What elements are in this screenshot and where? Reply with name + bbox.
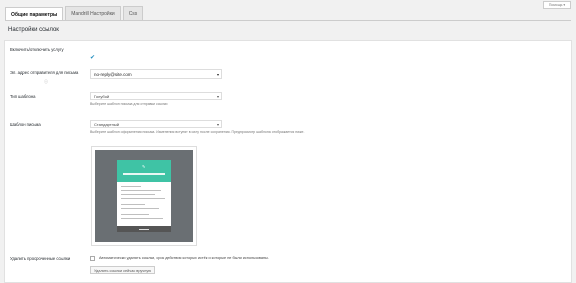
chevron-down-icon: ▾	[216, 72, 219, 77]
preview-email-card: ✎	[117, 160, 171, 232]
chevron-down-icon: ▾	[216, 122, 219, 127]
template-type-value: Голубой	[94, 94, 110, 99]
preview-line	[121, 218, 163, 219]
tab-general[interactable]: Общие параметры	[5, 7, 64, 21]
tabs-divider	[5, 20, 571, 21]
sender-email-value: no-reply@site.com	[94, 72, 132, 77]
sender-label: Эл. адрес отправителя для письма	[10, 70, 79, 75]
preview-line	[121, 208, 159, 209]
preview-line	[121, 194, 155, 195]
preview-line	[121, 186, 141, 187]
preview-footer-line	[139, 228, 149, 230]
enable-label: Включить/отключить услугу	[10, 47, 64, 52]
preview-background: ✎	[95, 150, 193, 242]
preview-logo-icon: ✎	[142, 164, 146, 169]
tab-mandrill[interactable]: Mandrill Настройки	[65, 6, 121, 20]
preview-line	[121, 198, 165, 199]
preview-header: ✎	[117, 160, 171, 182]
cleanup-checkbox[interactable]	[90, 256, 95, 261]
cleanup-label: Удалить просроченные ссылки	[10, 256, 71, 261]
checkmark-icon: ✔	[90, 55, 96, 61]
section-title: Настройки ссылок	[8, 27, 59, 33]
layout-description: Выберите шаблон оформления письма. Измен…	[90, 130, 305, 134]
preview-footer-button	[117, 226, 171, 232]
preview-line	[121, 190, 161, 191]
layout-select[interactable]: Стандартный ▾	[90, 120, 222, 128]
template-type-label: Тип шаблона	[10, 94, 36, 99]
layout-value: Стандартный	[94, 122, 119, 127]
help-dropdown-button[interactable]: Помощь ▾	[543, 1, 571, 9]
preview-line	[121, 214, 149, 215]
chevron-down-icon: ▾	[216, 94, 219, 99]
settings-tabs: Общие параметры Mandrill Настройки Css	[5, 6, 144, 21]
template-type-select[interactable]: Голубой ▾	[90, 92, 222, 100]
info-icon[interactable]: ⓘ	[44, 79, 48, 85]
template-type-description: Выберите шаблон письма для отправки ссыл…	[90, 102, 168, 106]
tab-css[interactable]: Css	[122, 6, 144, 20]
cleanup-now-button[interactable]: Удалить ссылки сейчас вручную	[90, 266, 156, 274]
preview-header-line	[123, 173, 165, 175]
sender-email-field[interactable]: no-reply@site.com ▾	[90, 69, 222, 79]
template-preview-image: ✎	[91, 146, 197, 246]
layout-label: Шаблон письма	[10, 122, 41, 127]
enable-checkbox[interactable]: ✔	[90, 46, 95, 61]
cleanup-checkbox-text: Автоматически удалять ссылки, срок дейст…	[99, 256, 269, 260]
preview-line	[121, 204, 145, 205]
